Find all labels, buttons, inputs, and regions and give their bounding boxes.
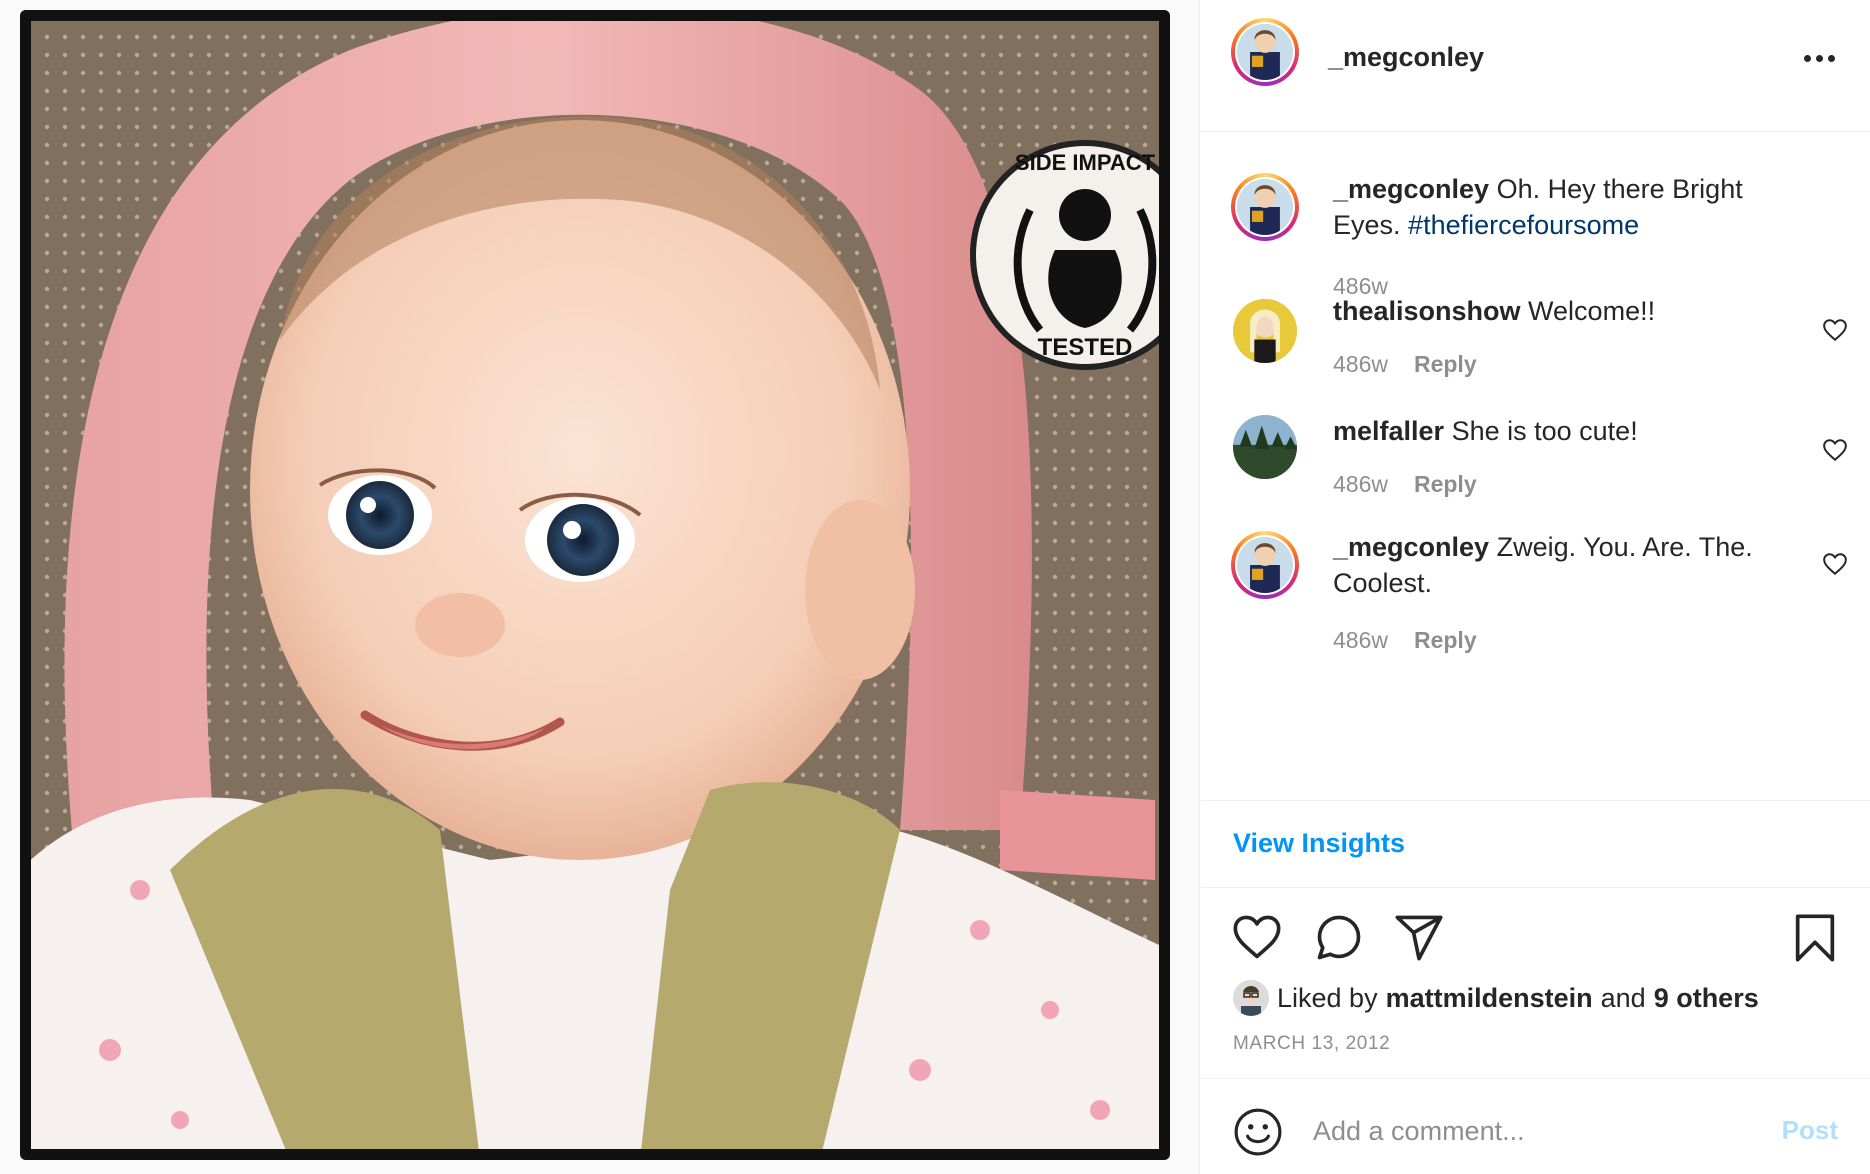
emoji-icon[interactable] bbox=[1233, 1107, 1283, 1157]
heart-icon[interactable] bbox=[1231, 912, 1283, 964]
heart-icon[interactable] bbox=[1822, 317, 1848, 343]
badge-bottom-text: TESTED bbox=[1038, 334, 1133, 361]
post-photo[interactable]: SIDE IMPACT TESTED bbox=[20, 10, 1170, 1160]
comment-age[interactable]: 486w bbox=[1333, 471, 1388, 498]
liker-username[interactable]: mattmildenstein bbox=[1386, 983, 1593, 1014]
comment-body: She is too cute! bbox=[1451, 416, 1638, 446]
comment-item: _megconley Zweig. You. Are. The. Coolest… bbox=[1201, 531, 1870, 671]
author-username[interactable]: _megconley bbox=[1328, 42, 1484, 73]
badge-top-text: SIDE IMPACT bbox=[1015, 150, 1156, 175]
liker-avatar[interactable] bbox=[1233, 980, 1269, 1016]
commenter-avatar[interactable] bbox=[1233, 299, 1297, 363]
reply-button[interactable]: Reply bbox=[1414, 627, 1477, 654]
comment-username[interactable]: melfaller bbox=[1333, 416, 1444, 446]
author-avatar[interactable] bbox=[1231, 18, 1299, 86]
post-header: _megconley bbox=[1201, 0, 1870, 132]
heart-icon[interactable] bbox=[1822, 437, 1848, 463]
comment-age[interactable]: 486w bbox=[1333, 627, 1388, 654]
likes-prefix: Liked by bbox=[1277, 982, 1378, 1013]
reply-button[interactable]: Reply bbox=[1414, 471, 1477, 498]
comment-icon[interactable] bbox=[1313, 912, 1365, 964]
caption-username[interactable]: _megconley bbox=[1333, 174, 1489, 204]
comment-text: melfaller She is too cute! bbox=[1333, 413, 1803, 449]
view-insights-link[interactable]: View Insights bbox=[1233, 828, 1405, 859]
post-side-panel: _megconley _megconley Oh. Hey there Brig… bbox=[1201, 0, 1870, 1174]
post-photo-panel: SIDE IMPACT TESTED bbox=[0, 0, 1200, 1174]
comment-meta: 486w Reply bbox=[1333, 351, 1477, 378]
likes-connector: and bbox=[1600, 982, 1646, 1013]
comment-meta: 486w Reply bbox=[1333, 627, 1477, 654]
comment-age[interactable]: 486w bbox=[1333, 351, 1388, 378]
comment-username[interactable]: _megconley bbox=[1333, 532, 1489, 562]
side-impact-badge: SIDE IMPACT TESTED bbox=[970, 140, 1170, 370]
caption-avatar[interactable] bbox=[1231, 173, 1299, 241]
reply-button[interactable]: Reply bbox=[1414, 351, 1477, 378]
more-horizontal-icon[interactable] bbox=[1804, 48, 1840, 68]
likes-summary: Liked by mattmildenstein and 9 others bbox=[1233, 978, 1759, 1018]
comments-section: _megconley Oh. Hey there Bright Eyes. #t… bbox=[1201, 133, 1870, 801]
action-bar bbox=[1201, 900, 1870, 970]
add-comment-bar: Post bbox=[1201, 1078, 1870, 1174]
heart-icon[interactable] bbox=[1822, 551, 1848, 577]
likes-others-link[interactable]: 9 others bbox=[1654, 983, 1759, 1014]
comment-username[interactable]: thealisonshow bbox=[1333, 296, 1521, 326]
comment-input[interactable] bbox=[1313, 1109, 1743, 1153]
comment-meta: 486w Reply bbox=[1333, 471, 1477, 498]
comment-text: thealisonshow Welcome!! bbox=[1333, 293, 1803, 329]
bookmark-icon[interactable] bbox=[1789, 912, 1841, 964]
comment-body: Welcome!! bbox=[1528, 296, 1656, 326]
comment-item: melfaller She is too cute! 486w Reply bbox=[1201, 413, 1870, 513]
caption: _megconley Oh. Hey there Bright Eyes. #t… bbox=[1201, 171, 1870, 299]
comment-item: thealisonshow Welcome!! 486w Reply bbox=[1201, 293, 1870, 393]
caption-hashtag[interactable]: #thefiercefoursome bbox=[1408, 210, 1639, 240]
share-icon[interactable] bbox=[1393, 912, 1445, 964]
commenter-avatar[interactable] bbox=[1231, 531, 1299, 599]
post-comment-button[interactable]: Post bbox=[1782, 1115, 1838, 1146]
insights-row: View Insights bbox=[1201, 800, 1870, 888]
caption-text: _megconley Oh. Hey there Bright Eyes. #t… bbox=[1333, 171, 1803, 243]
commenter-avatar[interactable] bbox=[1233, 415, 1297, 479]
comment-text: _megconley Zweig. You. Are. The. Coolest… bbox=[1333, 529, 1803, 601]
post-date[interactable]: MARCH 13, 2012 bbox=[1233, 1033, 1390, 1055]
